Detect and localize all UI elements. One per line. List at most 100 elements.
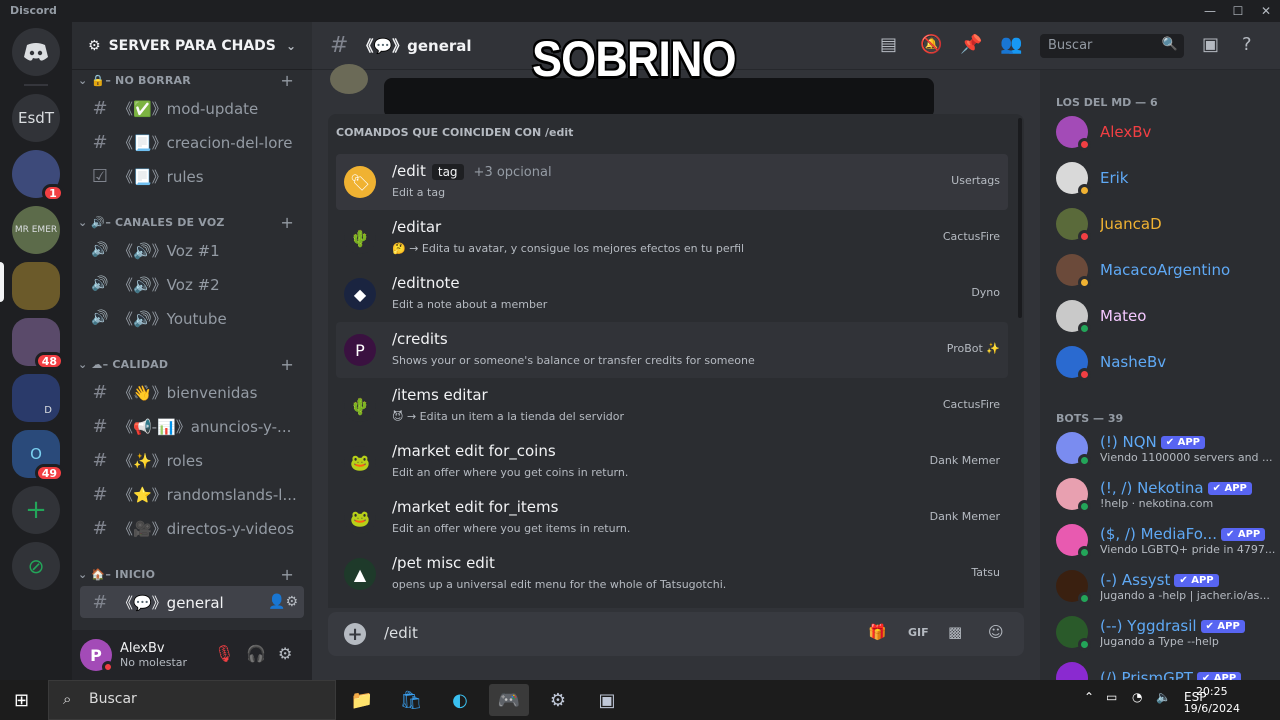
command-option[interactable]: 🌵 /editar 🤔 → Edita tu avatar, y consigue … <box>336 210 1008 266</box>
command-option[interactable]: 🏷 /edit tag +3 opcional Edit a tag Usertags <box>336 154 1008 210</box>
minimize-icon[interactable]: — <box>1196 2 1224 20</box>
file-explorer-icon[interactable]: 📁 <box>342 684 382 716</box>
guild-header[interactable]: ⚙ SERVER PARA CHADS ⌄ <box>72 22 312 70</box>
bot-member-item[interactable]: (!) NQN ✔ APP Viendo 1100000 servers and .… <box>1056 428 1276 468</box>
category-calidad[interactable]: ⌄ ☁– CALIDAD + <box>72 354 312 374</box>
channel-bienvenidas[interactable]: # 《👋》bienvenidas <box>80 376 304 408</box>
emoji-icon[interactable]: ☺ <box>988 623 1004 641</box>
command-option[interactable]: 🌵 /items editar 😈 → Edita un item a la tie… <box>336 378 1008 434</box>
chevron-up-icon[interactable]: ⌃ <box>1084 690 1094 704</box>
pin-icon[interactable]: 📌 <box>960 34 982 55</box>
add-channel-icon[interactable]: + <box>280 213 294 232</box>
server-icon[interactable]: 1 <box>12 150 64 202</box>
server-mr-emer[interactable]: MR EMER <box>12 206 60 254</box>
voice-channel-youtube[interactable]: 🔊 《🔊》Youtube <box>80 302 304 334</box>
add-server-button[interactable]: + <box>12 486 60 534</box>
add-channel-icon[interactable]: + <box>280 71 294 90</box>
store-icon[interactable]: 🛍 <box>391 684 431 716</box>
bot-member-item[interactable]: (-) Assyst ✔ APP Jugando a -help | jacher.… <box>1056 566 1276 606</box>
user-status: No molestar <box>120 656 188 669</box>
add-channel-icon[interactable]: + <box>280 355 294 374</box>
command-option[interactable]: ▲ /pet misc edit opens up a universal edit… <box>336 546 1008 602</box>
server-folder[interactable]: D <box>12 374 60 422</box>
steam-icon[interactable]: ⚙ <box>538 684 578 716</box>
invite-icon[interactable]: 👤⚙ <box>268 594 298 610</box>
member-item[interactable]: Erik <box>1056 158 1276 198</box>
add-channel-icon[interactable]: + <box>280 565 294 584</box>
gear-icon: ⚙ <box>88 37 101 54</box>
server-esdt[interactable]: EsdT <box>12 94 60 142</box>
attach-plus-icon[interactable]: + <box>344 623 366 645</box>
user-info[interactable]: AlexBv No molestar <box>120 641 187 669</box>
close-icon[interactable]: ✕ <box>1252 2 1280 20</box>
channel-creacion-del-lore[interactable]: # 《📃》creacion-del-lore <box>80 126 304 158</box>
headphones-icon[interactable]: 🎧 <box>246 644 266 663</box>
maximize-icon[interactable]: ☐ <box>1224 2 1252 20</box>
help-icon[interactable]: ? <box>1242 34 1252 55</box>
member-item[interactable]: AlexBv <box>1056 112 1276 152</box>
channel-anuncios[interactable]: # 《📢-📊》anuncios-y-... <box>80 410 304 442</box>
message-input[interactable]: /edit <box>384 624 418 642</box>
bot-member-item[interactable]: (!, /) Nekotina ✔ APP !help · nekotina.com <box>1056 474 1276 514</box>
windows-start-icon[interactable]: ⊞ <box>14 690 29 711</box>
category-no-borrar[interactable]: ⌄ 🔒– NO BORRAR + <box>72 70 312 90</box>
explore-servers-icon[interactable]: ⊘ <box>12 542 60 590</box>
threads-icon[interactable]: ▤ <box>880 34 897 55</box>
command-option[interactable]: 🐸 /market edit for_coins Edit an offer whe… <box>336 434 1008 490</box>
member-item[interactable]: MacacoArgentino <box>1056 250 1276 290</box>
channel-roles[interactable]: # 《✨》roles <box>80 444 304 476</box>
bot-member-item[interactable]: (/) PrismGPT ✔ APP <box>1056 658 1276 680</box>
avatar[interactable]: P <box>80 639 114 673</box>
member-item[interactable]: Mateo <box>1056 296 1276 336</box>
channel-general[interactable]: # 《💬》general 👤⚙ <box>80 586 304 618</box>
command-option[interactable]: ◆ /editnote Edit a note about a member Dyno <box>336 266 1008 322</box>
user-settings-gear-icon[interactable]: ⚙ <box>278 644 292 663</box>
member-list-icon[interactable]: 👥 <box>1000 34 1022 55</box>
member-item[interactable]: JuancaD <box>1056 204 1276 244</box>
volume-icon[interactable]: 🔈 <box>1156 690 1171 704</box>
inbox-icon[interactable]: ▣ <box>1202 34 1219 55</box>
status-dot-icon <box>1078 276 1091 289</box>
autocomplete-scrollbar[interactable] <box>1018 118 1022 318</box>
server-folder[interactable]: 48 <box>12 318 64 370</box>
app-icon[interactable]: ▣ <box>587 684 627 716</box>
member-activity: Jugando a -help | jacher.io/as... <box>1100 588 1270 602</box>
bot-name: (!) NQN <box>1100 432 1157 451</box>
category-canales-de-voz[interactable]: ⌄ 🔊– CANALES DE VOZ + <box>72 212 312 232</box>
category-inicio[interactable]: ⌄ 🏠– INICIO + <box>72 564 312 584</box>
notification-muted-icon[interactable]: 🔕 <box>920 34 942 55</box>
sticker-icon[interactable]: ▩ <box>948 623 962 641</box>
taskbar-search[interactable]: ⌕ Buscar <box>48 680 336 720</box>
text-channel-icon: # <box>92 97 108 119</box>
channel-randomslands[interactable]: # 《⭐》randomslands-l... <box>80 478 304 510</box>
search-input[interactable]: Buscar 🔍 <box>1040 34 1184 58</box>
voice-channel-1[interactable]: 🔊 《🔊》Voz #1 <box>80 234 304 266</box>
channel-directos-y-videos[interactable]: # 《🎥》directos-y-videos <box>80 512 304 544</box>
battery-icon[interactable]: ▭ <box>1106 690 1117 704</box>
clock[interactable]: 20:25 19/6/2024 <box>1184 683 1240 717</box>
channel-rules[interactable]: ☑ 《📃》rules <box>80 160 304 192</box>
server-active[interactable] <box>12 262 60 310</box>
avatar[interactable] <box>330 64 368 94</box>
text-channel-icon: # <box>92 131 108 153</box>
server-folder[interactable]: O 49 <box>12 430 64 482</box>
message-composer[interactable]: + /edit 🎁 GIF ▩ ☺ <box>328 612 1024 656</box>
member-item[interactable]: NasheBv <box>1056 342 1276 382</box>
command-option[interactable]: 🐸 /market edit for_items Edit an offer whe… <box>336 490 1008 546</box>
discord-taskbar-icon[interactable]: 🎮 <box>489 684 529 716</box>
mute-mic-icon[interactable]: 🎙 <box>214 644 234 663</box>
command-app-icon: 🌵 <box>344 222 376 254</box>
edge-icon[interactable]: ◐ <box>440 684 480 716</box>
server-label: D <box>44 405 52 416</box>
gift-icon[interactable]: 🎁 <box>868 623 887 641</box>
gif-icon[interactable]: GIF <box>908 626 929 639</box>
channel-mod-update[interactable]: # 《✅》mod-update <box>80 92 304 124</box>
command-option[interactable]: P/credits Shows your or someone's balance… <box>336 322 1008 378</box>
voice-channel-2[interactable]: 🔊 《🔊》Voz #2 <box>80 268 304 300</box>
bot-member-item[interactable]: ($, /) MediaFo... ✔ APP Viendo LGBTQ+ prid… <box>1056 520 1276 560</box>
wifi-icon[interactable]: ◔ <box>1132 690 1142 704</box>
discord-home-icon[interactable] <box>12 28 60 76</box>
command-app-icon: 🐸 <box>344 502 376 534</box>
bot-member-item[interactable]: (--) Yggdrasil ✔ APP Jugando a Type --help <box>1056 612 1276 652</box>
command-app-icon: 🐸 <box>344 446 376 478</box>
